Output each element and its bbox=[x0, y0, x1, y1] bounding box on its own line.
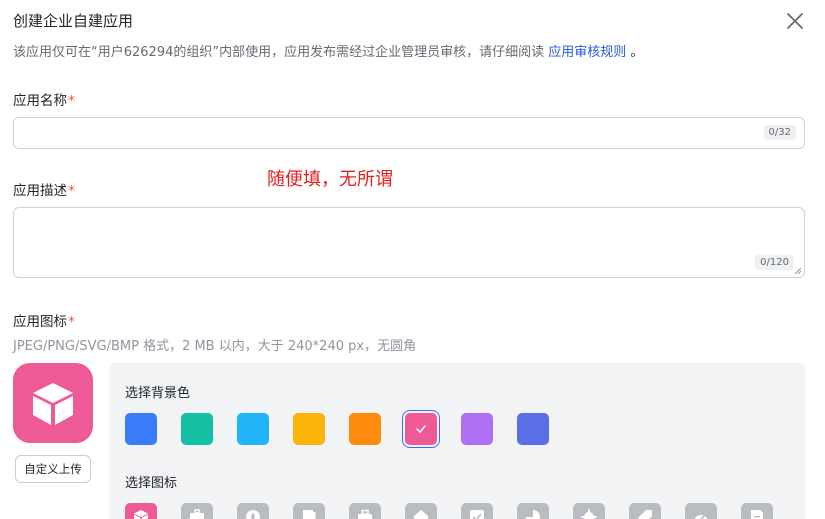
app-icon-preview bbox=[13, 363, 93, 443]
icon-option[interactable] bbox=[461, 503, 493, 519]
icon-option[interactable] bbox=[517, 503, 549, 519]
icon-option[interactable] bbox=[405, 503, 437, 519]
app-desc-field[interactable]: 0/120 bbox=[13, 207, 805, 278]
icon-option[interactable] bbox=[349, 503, 381, 519]
app-name-label-text: 应用名称 bbox=[13, 93, 67, 109]
house-icon bbox=[414, 510, 428, 519]
app-desc-counter: 0/120 bbox=[755, 255, 794, 270]
icon-option[interactable] bbox=[125, 503, 157, 519]
book-icon bbox=[303, 510, 316, 519]
app-desc-label: 应用描述* bbox=[13, 179, 75, 199]
app-icon-label: 应用图标* bbox=[13, 310, 75, 330]
compass-icon bbox=[246, 510, 260, 519]
check-icon bbox=[416, 425, 426, 434]
app-name-field[interactable]: 0/32 bbox=[13, 117, 805, 149]
icon-option[interactable] bbox=[181, 503, 213, 519]
cube-icon bbox=[134, 510, 148, 519]
icon-option[interactable] bbox=[629, 503, 661, 519]
review-rules-link[interactable]: 应用审核规则 bbox=[548, 45, 626, 60]
bg-color-swatch[interactable] bbox=[125, 413, 157, 445]
bg-color-swatch[interactable] bbox=[181, 413, 213, 445]
dialog-title: 创建企业自建应用 bbox=[13, 12, 134, 30]
app-icon-label-text: 应用图标 bbox=[13, 314, 67, 330]
toolbox-icon bbox=[358, 509, 372, 519]
icon-option[interactable] bbox=[573, 503, 605, 519]
icon-select-title: 选择图标 bbox=[125, 476, 178, 491]
app-desc-label-text: 应用描述 bbox=[13, 183, 67, 199]
required-mark: * bbox=[68, 314, 75, 330]
required-mark: * bbox=[68, 183, 75, 199]
app-desc-input[interactable] bbox=[14, 208, 804, 277]
bg-color-swatch[interactable] bbox=[237, 413, 269, 445]
resize-grip-icon[interactable] bbox=[794, 267, 802, 275]
dialog-subtitle: 该应用仅可在“用户626294的组织”内部使用，应用发布需经过企业管理员审核，请… bbox=[13, 41, 643, 60]
bg-color-swatch[interactable] bbox=[517, 413, 549, 445]
tag-icon bbox=[638, 510, 652, 519]
gear-icon bbox=[581, 509, 597, 519]
icon-option[interactable] bbox=[685, 503, 717, 519]
icon-option[interactable] bbox=[237, 503, 269, 519]
checkbox-icon bbox=[470, 510, 484, 519]
gauge-icon bbox=[694, 513, 708, 519]
bg-color-title: 选择背景色 bbox=[125, 386, 191, 401]
app-name-input[interactable] bbox=[14, 118, 804, 148]
custom-upload-button[interactable]: 自定义上传 bbox=[15, 455, 91, 483]
bg-color-swatch[interactable] bbox=[461, 413, 493, 445]
subtitle-suffix: 。 bbox=[630, 45, 644, 60]
document-icon bbox=[751, 510, 763, 519]
app-name-label: 应用名称* bbox=[13, 89, 75, 109]
app-name-counter: 0/32 bbox=[763, 125, 796, 140]
required-mark: * bbox=[68, 93, 75, 109]
cube-icon bbox=[33, 383, 73, 425]
subtitle-text: 该应用仅可在“用户626294的组织”内部使用，应用发布需经过企业管理员审核，请… bbox=[13, 45, 545, 60]
annotation-text: 随便填，无所谓 bbox=[267, 169, 393, 190]
icon-option[interactable] bbox=[741, 503, 773, 519]
close-button[interactable] bbox=[783, 9, 807, 33]
app-icon-hint: JPEG/PNG/SVG/BMP 格式，2 MB 以内，大于 240*240 p… bbox=[13, 339, 417, 354]
icon-picker-panel: 选择背景色 选择图标 bbox=[109, 363, 805, 519]
bg-color-swatch[interactable] bbox=[349, 413, 381, 445]
pie-chart-icon bbox=[526, 510, 540, 519]
bg-color-swatch[interactable] bbox=[293, 413, 325, 445]
briefcase-icon bbox=[190, 509, 204, 519]
icon-option[interactable] bbox=[293, 503, 325, 519]
close-icon bbox=[787, 13, 803, 29]
bg-color-swatch[interactable] bbox=[405, 413, 437, 445]
